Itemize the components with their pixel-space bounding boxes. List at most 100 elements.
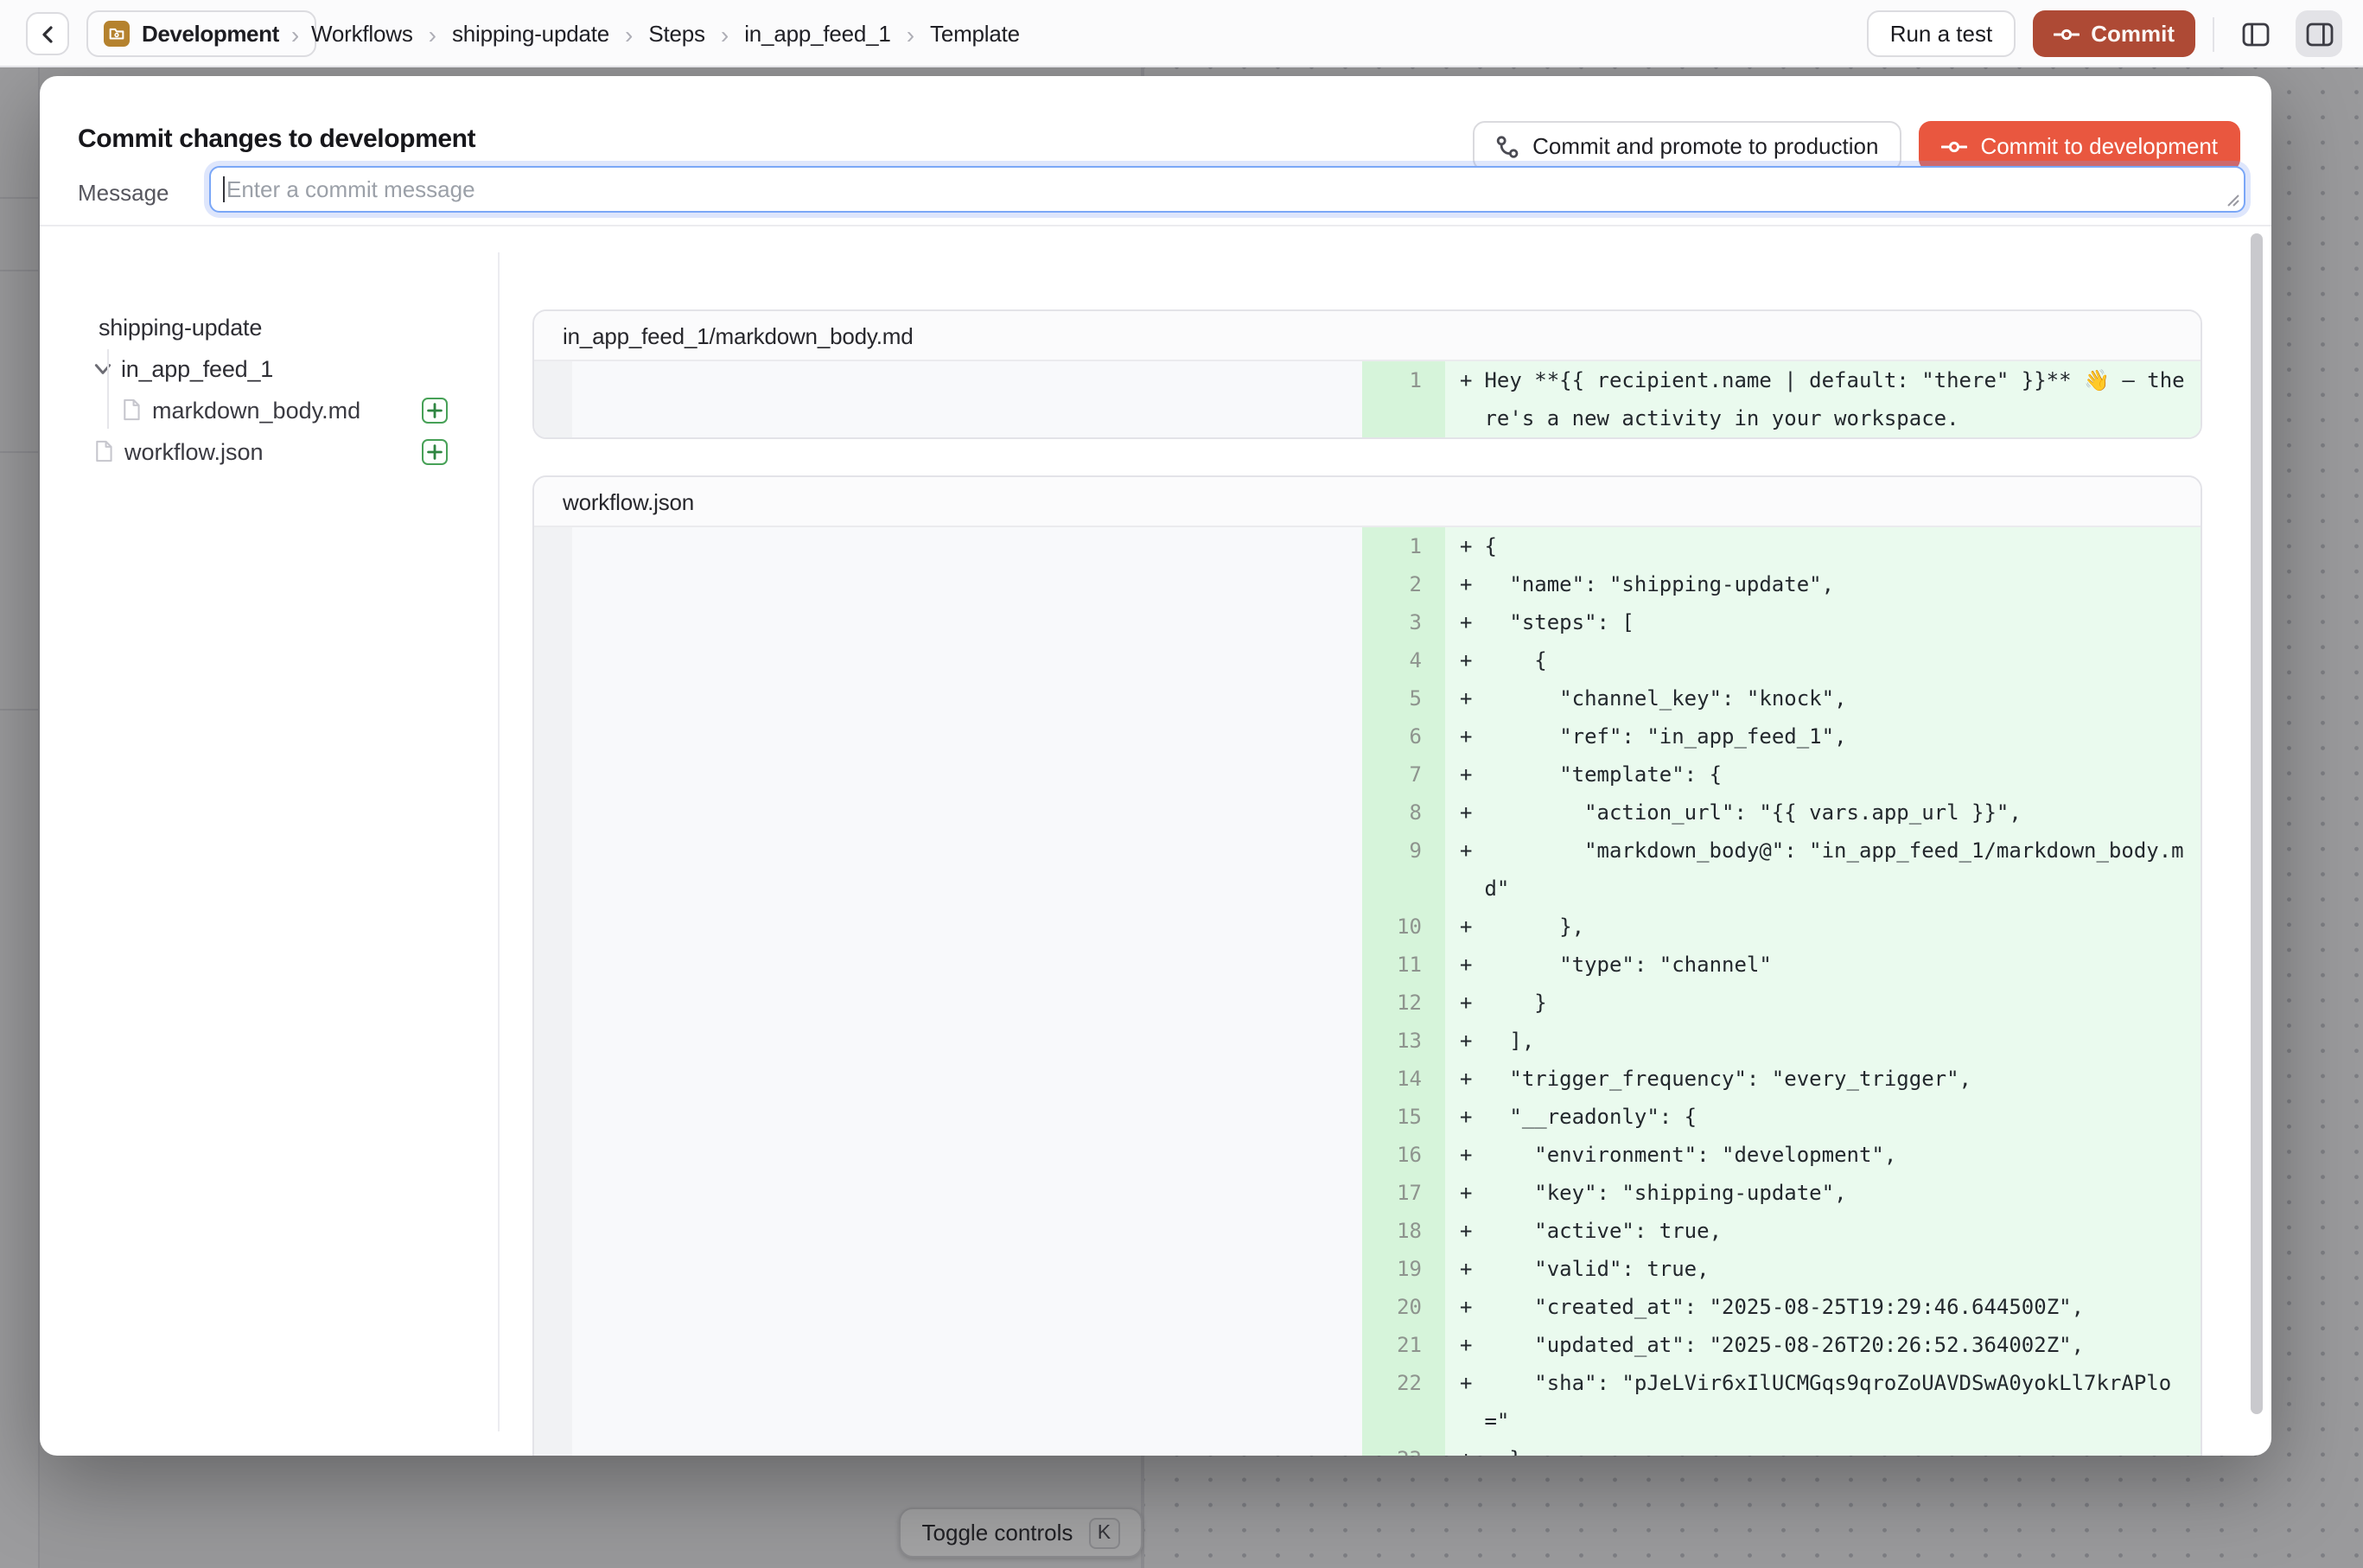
modal-actions: Commit and promote to production Commit … (1472, 121, 2240, 171)
new-line-content: + { (1444, 641, 2200, 679)
commit-and-promote-button[interactable]: Commit and promote to production (1472, 121, 1901, 171)
new-line-number: 1 (1361, 361, 1444, 437)
commit-to-development-label: Commit to development (1980, 133, 2218, 159)
new-line-content: + "steps": [ (1444, 602, 2200, 641)
old-line-gutter (533, 1173, 571, 1211)
old-line-gutter (533, 1363, 571, 1439)
text-caret (223, 176, 225, 202)
breadcrumb-workflows[interactable]: Workflows (311, 21, 413, 47)
resize-grip-icon (2225, 192, 2240, 207)
tree-file-markdown-label: markdown_body.md (152, 397, 360, 423)
old-line-gutter (533, 1287, 571, 1325)
commit-button[interactable]: Commit (2032, 10, 2195, 57)
environment-switcher[interactable]: Development › (86, 10, 316, 57)
file-icon (93, 439, 114, 463)
new-line-content: + "sha": "pJeLVir6xIlUCMGqs9qroZoUAVDSwA… (1444, 1363, 2200, 1439)
new-line-content: + "environment": "development", (1444, 1135, 2200, 1173)
run-a-test-button[interactable]: Run a test (1868, 10, 2016, 57)
breadcrumb: Workflows › shipping-update › Steps › in… (311, 0, 1020, 67)
tree-file-workflow-row[interactable]: workflow.json (93, 430, 264, 472)
added-line-sign: + (1444, 831, 1472, 907)
code-line: "name": "shipping-update", (1472, 564, 2200, 602)
old-line-gutter (533, 831, 571, 907)
diff-file-name: workflow.json (533, 476, 2200, 526)
commit-label: Commit (2091, 21, 2175, 47)
commit-to-development-button[interactable]: Commit to development (1918, 121, 2240, 171)
new-line-number: 12 (1361, 983, 1444, 1021)
added-line-sign: + (1444, 361, 1472, 437)
new-line-number: 2 (1361, 564, 1444, 602)
added-line-sign: + (1444, 526, 1472, 564)
old-line-content (571, 907, 1361, 945)
diff-row: 18+ "active": true, (533, 1211, 2200, 1249)
new-line-content: +{ (1444, 526, 2200, 564)
run-a-test-label: Run a test (1890, 21, 1993, 47)
breadcrumb-steps[interactable]: Steps (648, 21, 705, 47)
code-line: "steps": [ (1472, 602, 2200, 641)
diff-row: 4+ { (533, 641, 2200, 679)
old-line-gutter (533, 983, 571, 1021)
tree-folder-row[interactable]: in_app_feed_1 (93, 347, 273, 389)
diff-row: 17+ "key": "shipping-update", (533, 1173, 2200, 1211)
new-line-content: + "template": { (1444, 755, 2200, 793)
include-file-plus-button[interactable] (422, 398, 448, 424)
old-line-gutter (533, 1249, 571, 1287)
diff-row: 8+ "action_url": "{{ vars.app_url }}", (533, 793, 2200, 831)
code-line: "template": { (1472, 755, 2200, 793)
modal-scrollbar-thumb[interactable] (2251, 233, 2263, 1414)
breadcrumb-template[interactable]: Template (930, 21, 1020, 47)
toggle-left-panel-button[interactable] (2232, 10, 2278, 57)
new-line-number: 3 (1361, 602, 1444, 641)
diff-row: 14+ "trigger_frequency": "every_trigger"… (533, 1059, 2200, 1097)
diff-row: 20+ "created_at": "2025-08-25T19:29:46.6… (533, 1287, 2200, 1325)
added-line-sign: + (1444, 793, 1472, 831)
include-file-plus-button[interactable] (422, 439, 448, 465)
old-line-content (571, 1097, 1361, 1135)
new-line-number: 19 (1361, 1249, 1444, 1287)
added-line-sign: + (1444, 602, 1472, 641)
breadcrumb-step-ref[interactable]: in_app_feed_1 (744, 21, 890, 47)
diff-row: 11+ "type": "channel" (533, 945, 2200, 983)
commit-message-input[interactable] (209, 166, 2245, 213)
new-line-content: + "valid": true, (1444, 1249, 2200, 1287)
toggle-right-panel-button[interactable] (2296, 10, 2342, 57)
new-line-content: + "key": "shipping-update", (1444, 1173, 2200, 1211)
code-line: Hey **{{ recipient.name | default: "ther… (1472, 361, 2200, 437)
new-line-content: + "created_at": "2025-08-25T19:29:46.644… (1444, 1287, 2200, 1325)
new-line-content: + "trigger_frequency": "every_trigger", (1444, 1059, 2200, 1097)
old-line-content (571, 564, 1361, 602)
code-line: "__readonly": { (1472, 1097, 2200, 1135)
diff-row: 9+ "markdown_body@": "in_app_feed_1/mark… (533, 831, 2200, 907)
new-line-number: 17 (1361, 1173, 1444, 1211)
chevron-left-icon (35, 22, 60, 46)
chevron-right-icon: › (291, 22, 299, 46)
diff-row: 15+ "__readonly": { (533, 1097, 2200, 1135)
tree-file-markdown-row[interactable]: markdown_body.md (121, 389, 360, 430)
old-line-gutter (533, 361, 571, 437)
added-line-sign: + (1444, 1173, 1472, 1211)
new-line-content: + } (1444, 1439, 2200, 1456)
back-button[interactable] (26, 12, 69, 55)
new-line-number: 11 (1361, 945, 1444, 983)
code-line: } (1472, 1439, 2200, 1456)
diff-row: 2+ "name": "shipping-update", (533, 564, 2200, 602)
added-line-sign: + (1444, 679, 1472, 717)
new-line-number: 23 (1361, 1439, 1444, 1456)
code-line: } (1472, 983, 2200, 1021)
new-line-number: 21 (1361, 1325, 1444, 1363)
tree-root-label: shipping-update (99, 314, 262, 340)
old-line-content (571, 602, 1361, 641)
code-line: "ref": "in_app_feed_1", (1472, 717, 2200, 755)
new-line-number: 1 (1361, 526, 1444, 564)
added-line-sign: + (1444, 564, 1472, 602)
environment-folder-icon (104, 21, 130, 47)
code-line: "created_at": "2025-08-25T19:29:46.64450… (1472, 1287, 2200, 1325)
new-line-content: + }, (1444, 907, 2200, 945)
added-line-sign: + (1444, 1211, 1472, 1249)
breadcrumb-workflow-key[interactable]: shipping-update (452, 21, 609, 47)
code-line: { (1472, 641, 2200, 679)
new-line-content: + "name": "shipping-update", (1444, 564, 2200, 602)
promote-branch-icon (1494, 134, 1519, 158)
old-line-content (571, 755, 1361, 793)
added-line-sign: + (1444, 755, 1472, 793)
